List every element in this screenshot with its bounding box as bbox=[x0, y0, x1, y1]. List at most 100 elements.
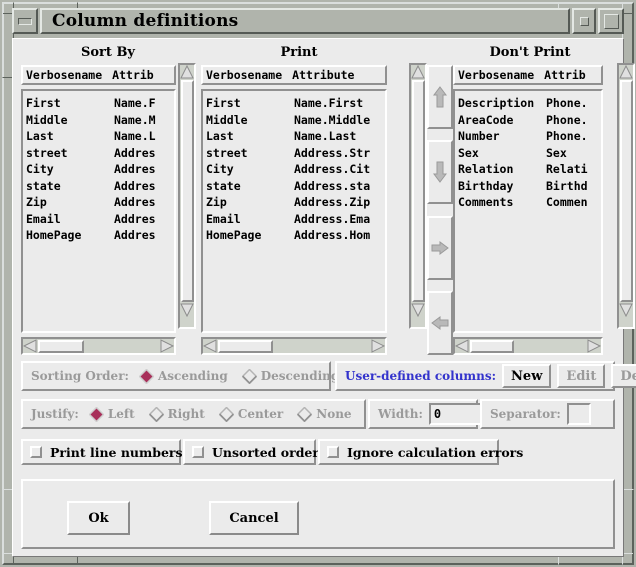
list-item-verbosename: street bbox=[26, 145, 68, 160]
justify-label: Justify: bbox=[31, 407, 79, 421]
scroll-right-button[interactable] bbox=[160, 339, 174, 353]
list-item[interactable]: state Addres bbox=[26, 178, 174, 195]
list-item-attribute: Addres bbox=[114, 162, 156, 176]
sort-by-horizontal-scrollbar[interactable] bbox=[21, 337, 176, 355]
list-item[interactable]: Last Name.Last bbox=[206, 128, 385, 145]
dont-print-list-body[interactable]: Description Phone. AreaCode Phone. Number Pho… bbox=[453, 89, 603, 333]
scroll-thumb[interactable] bbox=[218, 339, 273, 353]
checkbox-indicator[interactable] bbox=[327, 446, 339, 458]
list-item[interactable]: First Name.F bbox=[26, 95, 174, 112]
scroll-down-button[interactable] bbox=[411, 303, 425, 317]
list-item-attribute: Address.Hom bbox=[294, 228, 371, 242]
radio-ascending[interactable] bbox=[138, 368, 154, 384]
header-attribute: Attrib bbox=[544, 68, 586, 82]
checkbox-indicator[interactable] bbox=[30, 446, 42, 458]
list-item[interactable]: Comments Commen bbox=[458, 194, 601, 211]
list-item[interactable]: City Addres bbox=[26, 161, 174, 178]
sort-by-vertical-scrollbar[interactable] bbox=[178, 63, 196, 329]
list-item[interactable]: Last Name.L bbox=[26, 128, 174, 145]
scroll-left-button[interactable] bbox=[203, 339, 217, 353]
print-list-body[interactable]: First Name.First Middle Name.Middle Last Name… bbox=[201, 89, 387, 333]
sort-by-list-group: Verbosename Attrib First Name.F Middle Name… bbox=[21, 65, 196, 355]
checkbox-unsorted-order[interactable]: Unsorted order bbox=[183, 439, 319, 465]
sort-by-list-body[interactable]: First Name.F Middle Name.M Last Name.L street A… bbox=[21, 89, 176, 333]
title-bar[interactable]: Column definitions bbox=[12, 8, 624, 34]
action-area: Ok Cancel bbox=[21, 479, 615, 549]
radio-justify-left[interactable] bbox=[88, 406, 104, 422]
list-item-attribute: Name.F bbox=[114, 96, 156, 110]
move-right-button[interactable] bbox=[427, 215, 453, 280]
edit-column-button[interactable]: Edit bbox=[557, 364, 606, 388]
list-item[interactable]: state Address.sta bbox=[206, 178, 385, 195]
separator-input[interactable] bbox=[566, 403, 591, 425]
scroll-down-button[interactable] bbox=[619, 303, 633, 317]
checkbox-label: Print line numbers bbox=[50, 444, 183, 460]
list-item[interactable]: Email Address.Ema bbox=[206, 211, 385, 228]
list-item[interactable]: Sex Sex bbox=[458, 145, 601, 162]
list-item[interactable]: City Address.Cit bbox=[206, 161, 385, 178]
radio-descending[interactable] bbox=[241, 368, 257, 384]
scroll-right-button[interactable] bbox=[587, 339, 601, 353]
list-item-attribute: Name.M bbox=[114, 112, 156, 127]
list-item-verbosename: state bbox=[26, 178, 61, 193]
list-item[interactable]: First Name.First bbox=[206, 95, 385, 112]
list-item-attribute: Addres bbox=[114, 145, 156, 160]
list-item[interactable]: AreaCode Phone. bbox=[458, 112, 601, 129]
move-left-button[interactable] bbox=[427, 290, 453, 355]
radio-justify-center[interactable] bbox=[218, 406, 234, 422]
restore-button[interactable] bbox=[598, 8, 624, 34]
list-item[interactable]: Relation Relati bbox=[458, 161, 601, 178]
list-item-attribute: Commen bbox=[546, 195, 588, 209]
sort-by-list-header: Verbosename Attrib bbox=[21, 65, 176, 85]
scroll-left-button[interactable] bbox=[23, 339, 37, 353]
scroll-thumb[interactable] bbox=[38, 339, 84, 353]
dont-print-vertical-scrollbar[interactable] bbox=[617, 63, 635, 329]
move-up-button[interactable] bbox=[427, 65, 453, 129]
dont-print-list-header: Verbosename Attrib bbox=[453, 65, 603, 85]
list-item[interactable]: HomePage Addres bbox=[26, 227, 174, 244]
scroll-thumb[interactable] bbox=[411, 80, 425, 302]
scroll-right-button[interactable] bbox=[371, 339, 385, 353]
list-item[interactable]: Zip Addres bbox=[26, 194, 174, 211]
new-column-button[interactable]: New bbox=[502, 364, 552, 388]
maximize-button[interactable] bbox=[572, 8, 596, 34]
transfer-button-column bbox=[427, 65, 453, 355]
cancel-button[interactable]: Cancel bbox=[209, 501, 299, 535]
list-item[interactable]: street Address.Str bbox=[206, 145, 385, 162]
ok-button[interactable]: Ok bbox=[67, 501, 130, 535]
scroll-thumb[interactable] bbox=[619, 80, 633, 302]
list-item[interactable]: street Addres bbox=[26, 145, 174, 162]
list-item[interactable]: Description Phone. bbox=[458, 95, 601, 112]
list-item-verbosename: City bbox=[26, 162, 54, 176]
dont-print-horizontal-scrollbar[interactable] bbox=[453, 337, 603, 355]
header-attribute: Attribute bbox=[292, 68, 355, 82]
radio-justify-right[interactable] bbox=[148, 406, 164, 422]
print-horizontal-scrollbar[interactable] bbox=[201, 337, 387, 355]
list-item[interactable]: Middle Name.Middle bbox=[206, 112, 385, 129]
scroll-up-button[interactable] bbox=[619, 65, 633, 79]
header-attribute: Attrib bbox=[112, 68, 154, 82]
radio-justify-none[interactable] bbox=[297, 406, 313, 422]
list-item[interactable]: Email Addres bbox=[26, 211, 174, 228]
checkbox-indicator[interactable] bbox=[192, 446, 204, 458]
move-down-button[interactable] bbox=[427, 140, 453, 205]
list-item[interactable]: Number Phone. bbox=[458, 128, 601, 145]
print-vertical-scrollbar[interactable] bbox=[409, 63, 427, 329]
scroll-left-button[interactable] bbox=[455, 339, 469, 353]
list-item[interactable]: Zip Address.Zip bbox=[206, 194, 385, 211]
list-item-attribute: Address.Ema bbox=[294, 211, 371, 226]
scroll-up-button[interactable] bbox=[180, 65, 194, 79]
delete-column-button[interactable]: Delete bbox=[611, 364, 636, 388]
list-item-verbosename: street bbox=[206, 145, 248, 160]
scroll-up-button[interactable] bbox=[411, 65, 425, 79]
list-item[interactable]: Birthday Birthd bbox=[458, 178, 601, 195]
list-item-verbosename: Relation bbox=[458, 162, 514, 176]
minimize-button[interactable] bbox=[12, 8, 38, 34]
list-item[interactable]: HomePage Address.Hom bbox=[206, 227, 385, 244]
checkbox-print-line-numbers[interactable]: Print line numbers bbox=[21, 439, 183, 465]
scroll-thumb[interactable] bbox=[470, 339, 514, 353]
list-item[interactable]: Middle Name.M bbox=[26, 112, 174, 129]
checkbox-ignore-calculation-errors[interactable]: Ignore calculation errors bbox=[318, 439, 523, 465]
scroll-down-button[interactable] bbox=[180, 303, 194, 317]
scroll-thumb[interactable] bbox=[180, 80, 194, 302]
